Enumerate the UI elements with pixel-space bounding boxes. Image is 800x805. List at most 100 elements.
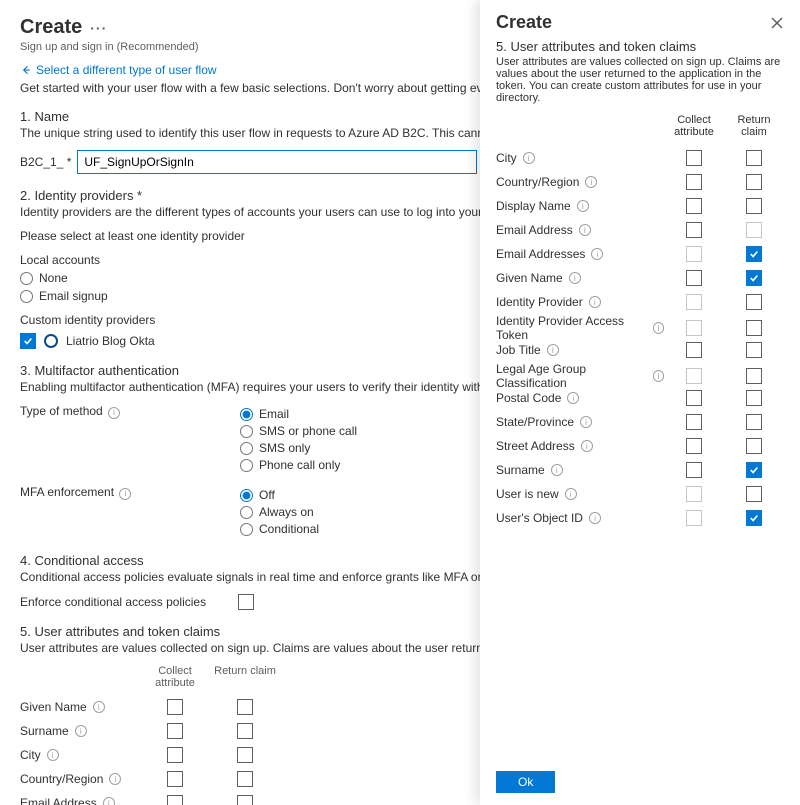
panel-attr-label: Display Namei — [496, 199, 664, 213]
name-input[interactable] — [77, 150, 477, 174]
info-icon[interactable]: i — [93, 701, 105, 713]
mfa-method-sms-only[interactable]: SMS only — [240, 441, 357, 455]
panel-attr-row: User is newi — [496, 482, 784, 506]
info-icon[interactable]: i — [589, 512, 601, 524]
attr-label: Given Namei — [20, 700, 140, 714]
panel-attr-label: Given Namei — [496, 271, 664, 285]
attr-label: Cityi — [20, 748, 140, 762]
panel-attr-row: Cityi — [496, 146, 784, 170]
info-icon[interactable]: i — [551, 464, 563, 476]
idp-email-input[interactable] — [20, 290, 33, 303]
idp-okta-checkbox[interactable] — [20, 333, 36, 349]
info-icon[interactable]: i — [591, 248, 603, 260]
panel-attr-label: Surnamei — [496, 463, 664, 477]
info-icon[interactable]: i — [580, 416, 592, 428]
panel-attr-label: Country/Regioni — [496, 175, 664, 189]
checkbox[interactable] — [746, 270, 762, 286]
panel-attr-row: Email Addressesi — [496, 242, 784, 266]
ok-button[interactable]: Ok — [496, 771, 555, 793]
panel-attr-label: Email Addressesi — [496, 247, 664, 261]
checkbox[interactable] — [746, 390, 762, 406]
checkbox[interactable] — [686, 414, 702, 430]
info-icon[interactable]: i — [579, 224, 591, 236]
info-icon[interactable]: i — [567, 392, 579, 404]
idp-email-label: Email signup — [39, 289, 108, 303]
checkbox[interactable] — [686, 150, 702, 166]
idp-okta-label: Liatrio Blog Okta — [66, 334, 155, 348]
panel-attr-label: Cityi — [496, 151, 664, 165]
col-collect: Collect attribute — [140, 665, 210, 689]
attr-label: Country/Regioni — [20, 772, 140, 786]
checkbox[interactable] — [686, 222, 702, 238]
checkbox[interactable] — [237, 723, 253, 739]
checkbox[interactable] — [746, 414, 762, 430]
panel-attr-label: State/Provincei — [496, 415, 664, 429]
info-icon[interactable]: i — [119, 488, 131, 500]
info-icon[interactable]: i — [47, 749, 59, 761]
checkbox[interactable] — [237, 771, 253, 787]
checkbox[interactable] — [167, 771, 183, 787]
checkbox[interactable] — [746, 294, 762, 310]
checkbox[interactable] — [686, 342, 702, 358]
info-icon[interactable]: i — [653, 370, 664, 382]
checkbox — [686, 510, 702, 526]
checkbox[interactable] — [746, 462, 762, 478]
panel-attr-label: Identity Provideri — [496, 295, 664, 309]
info-icon[interactable]: i — [75, 725, 87, 737]
more-icon[interactable]: ··· — [90, 20, 107, 36]
checkbox[interactable] — [746, 246, 762, 262]
checkbox[interactable] — [167, 699, 183, 715]
info-icon[interactable]: i — [585, 176, 597, 188]
checkbox[interactable] — [167, 747, 183, 763]
checkbox[interactable] — [746, 510, 762, 526]
info-icon[interactable]: i — [523, 152, 535, 164]
checkbox[interactable] — [686, 174, 702, 190]
mfa-enf-conditional[interactable]: Conditional — [240, 522, 319, 536]
checkbox[interactable] — [686, 390, 702, 406]
attr-label: Email Addressi — [20, 796, 140, 805]
checkbox[interactable] — [167, 723, 183, 739]
info-icon[interactable]: i — [569, 272, 581, 284]
checkbox[interactable] — [167, 795, 183, 805]
info-icon[interactable]: i — [589, 296, 601, 308]
checkbox — [686, 320, 702, 336]
checkbox[interactable] — [746, 174, 762, 190]
info-icon[interactable]: i — [581, 440, 593, 452]
checkbox[interactable] — [746, 486, 762, 502]
checkbox[interactable] — [746, 342, 762, 358]
panel-attr-row: Email Addressi — [496, 218, 784, 242]
panel-attr-label: Email Addressi — [496, 223, 664, 237]
checkbox[interactable] — [686, 462, 702, 478]
info-icon[interactable]: i — [577, 200, 589, 212]
info-icon[interactable]: i — [547, 344, 559, 356]
attr-label: Surnamei — [20, 724, 140, 738]
checkbox[interactable] — [237, 795, 253, 805]
checkbox[interactable] — [746, 368, 762, 384]
info-icon[interactable]: i — [653, 322, 664, 334]
checkbox[interactable] — [686, 198, 702, 214]
mfa-method-email[interactable]: Email — [240, 407, 357, 421]
checkbox[interactable] — [237, 699, 253, 715]
back-link[interactable]: Select a different type of user flow — [20, 63, 217, 77]
panel-attr-label: User's Object IDi — [496, 511, 664, 525]
info-icon[interactable]: i — [108, 407, 120, 419]
checkbox[interactable] — [686, 270, 702, 286]
checkbox[interactable] — [746, 198, 762, 214]
close-icon[interactable] — [770, 16, 784, 30]
info-icon[interactable]: i — [103, 797, 115, 805]
idp-none-input[interactable] — [20, 272, 33, 285]
mfa-enf-off[interactable]: Off — [240, 488, 319, 502]
mfa-enf-always[interactable]: Always on — [240, 505, 319, 519]
panel-section-heading: 5. User attributes and token claims — [496, 39, 784, 54]
conditional-enforce-checkbox[interactable] — [238, 594, 254, 610]
mfa-method-phone-only[interactable]: Phone call only — [240, 458, 357, 472]
info-icon[interactable]: i — [109, 773, 121, 785]
idp-none-label: None — [39, 271, 68, 285]
checkbox[interactable] — [746, 438, 762, 454]
checkbox[interactable] — [237, 747, 253, 763]
mfa-method-sms-phone[interactable]: SMS or phone call — [240, 424, 357, 438]
checkbox[interactable] — [746, 150, 762, 166]
checkbox[interactable] — [686, 438, 702, 454]
checkbox[interactable] — [746, 320, 762, 336]
info-icon[interactable]: i — [565, 488, 577, 500]
